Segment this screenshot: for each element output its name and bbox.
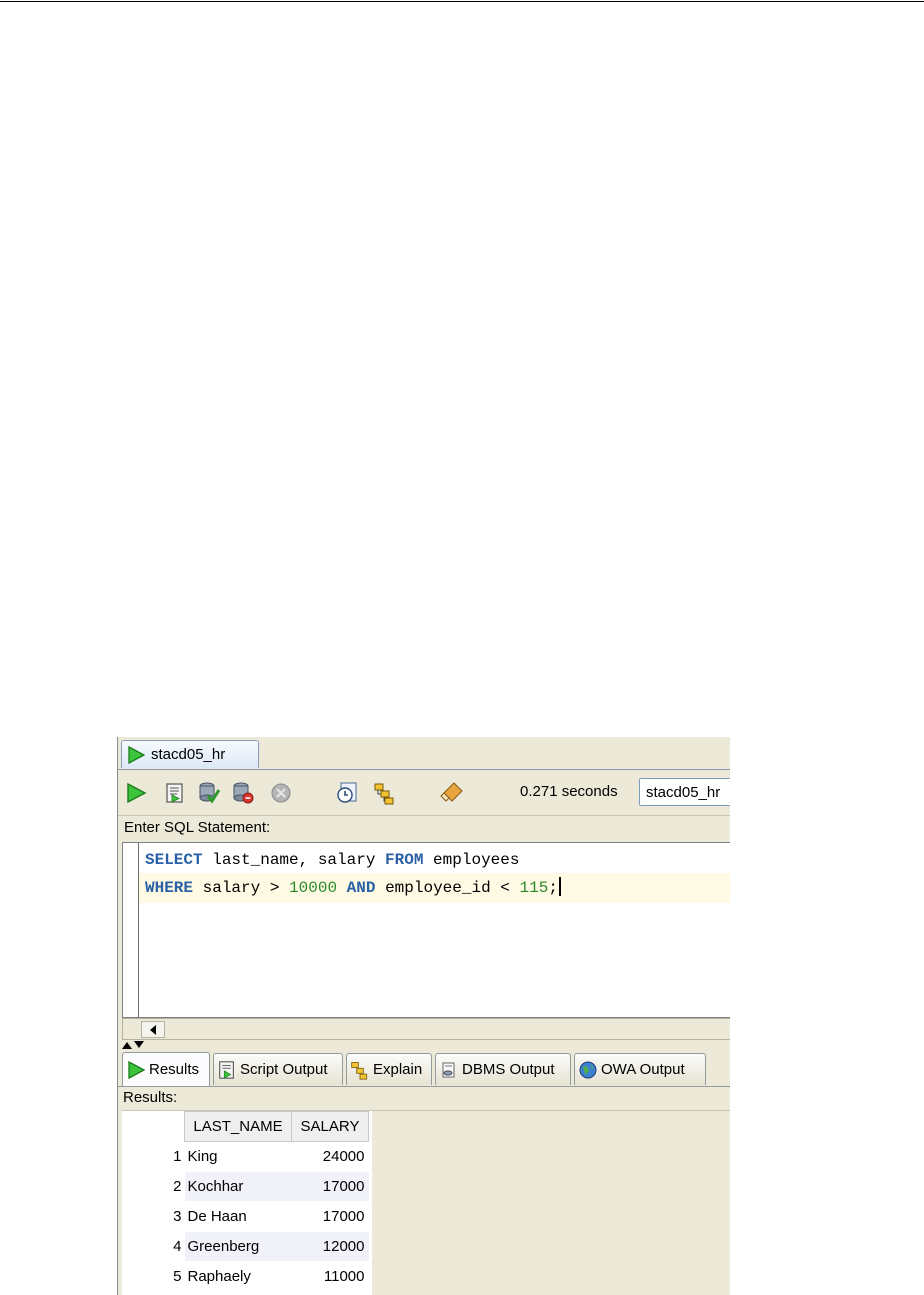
row-number: 3 (122, 1201, 185, 1232)
cancel-icon (271, 783, 291, 803)
cell-salary[interactable]: 24000 (291, 1141, 369, 1172)
cell-salary[interactable]: 12000 (291, 1231, 369, 1262)
table-row[interactable]: 3 De Haan 17000 (122, 1201, 369, 1232)
eraser-icon (440, 782, 463, 802)
page-top-rule (0, 1, 924, 2)
play-icon (127, 782, 147, 804)
run-script-button[interactable] (163, 781, 187, 805)
row-number-header (122, 1111, 185, 1142)
script-icon (219, 1060, 234, 1079)
dbms-icon (442, 1062, 455, 1077)
results-header-row: LAST_NAME SALARY (122, 1111, 369, 1142)
sql-number: 115 (519, 879, 549, 897)
worksheet-tab[interactable]: stacd05_hr (121, 740, 259, 768)
tab-owa-output-label: OWA Output (601, 1061, 685, 1078)
sql-history-button[interactable] (335, 781, 359, 805)
sql-text: last_name, salary (202, 851, 386, 869)
play-icon (128, 745, 146, 764)
sql-text: ; (548, 879, 558, 897)
scroll-left-button[interactable] (141, 1021, 165, 1038)
sql-editor[interactable]: SELECT last_name, salary FROM employees … (122, 842, 730, 1018)
sql-keyword: WHERE (145, 879, 194, 897)
cell-last-name[interactable]: De Haan (184, 1201, 292, 1232)
code-line-1: SELECT last_name, salary FROM employees (139, 845, 730, 875)
pane-splitter[interactable] (122, 1040, 162, 1050)
row-number: 4 (122, 1231, 185, 1262)
enter-sql-label: Enter SQL Statement: (124, 819, 271, 836)
tab-owa-output[interactable]: OWA Output (574, 1053, 706, 1085)
row-number: 2 (122, 1171, 185, 1202)
results-grid: LAST_NAME SALARY 1 King 24000 2 Kochhar … (122, 1110, 730, 1295)
result-tabs: Results Script Output Explain DBMS Outpu… (118, 1052, 730, 1087)
table-row[interactable]: 2 Kochhar 17000 (122, 1171, 369, 1202)
execute-statement-button[interactable] (124, 781, 148, 805)
worksheet-tab-label: stacd05_hr (151, 746, 226, 763)
table-row[interactable]: 1 King 24000 (122, 1141, 369, 1172)
history-icon (337, 782, 357, 803)
cell-last-name[interactable]: Raphaely (184, 1261, 292, 1292)
worksheet-tab-strip: stacd05_hr (118, 737, 730, 770)
worksheet-toolbar: 0.271 seconds stacd05_hr (118, 770, 730, 816)
text-caret (558, 877, 561, 896)
rollback-button[interactable] (231, 781, 255, 805)
editor-horizontal-scrollbar[interactable] (122, 1018, 730, 1040)
arrow-up-icon (122, 1042, 132, 1049)
play-icon (128, 1060, 146, 1079)
results-table: LAST_NAME SALARY 1 King 24000 2 Kochhar … (122, 1111, 369, 1292)
cancel-button[interactable] (269, 781, 293, 805)
tab-script-output[interactable]: Script Output (213, 1053, 343, 1085)
sql-text: employees (423, 851, 520, 869)
tab-explain[interactable]: Explain (346, 1053, 432, 1085)
code-line-2: WHERE salary > 10000 AND employee_id < 1… (139, 873, 730, 903)
tab-dbms-output[interactable]: DBMS Output (435, 1053, 571, 1085)
explain-plan-button[interactable] (373, 781, 397, 805)
elapsed-time: 0.271 seconds (520, 783, 618, 800)
arrow-down-icon (134, 1041, 144, 1048)
sql-text: employee_id < (375, 879, 520, 897)
sql-keyword: SELECT (145, 851, 203, 869)
cell-last-name[interactable]: King (184, 1141, 292, 1172)
grid-empty-area (372, 1111, 730, 1295)
script-icon (166, 783, 183, 803)
commit-icon (199, 782, 221, 804)
row-number: 1 (122, 1141, 185, 1172)
sql-keyword: FROM (385, 851, 424, 869)
cell-last-name[interactable]: Kochhar (184, 1171, 292, 1202)
explain-icon (351, 1061, 368, 1080)
cell-salary[interactable]: 11000 (291, 1261, 369, 1292)
table-row[interactable]: 4 Greenberg 12000 (122, 1231, 369, 1262)
cell-salary[interactable]: 17000 (291, 1171, 369, 1202)
sql-number: 10000 (289, 879, 338, 897)
cell-salary[interactable]: 17000 (291, 1201, 369, 1232)
sql-text: salary > (193, 879, 290, 897)
connection-select-value: stacd05_hr (646, 784, 721, 801)
tab-results[interactable]: Results (122, 1052, 210, 1086)
editor-gutter (123, 843, 139, 1017)
arrow-left-icon (150, 1024, 156, 1035)
column-header-salary[interactable]: SALARY (291, 1111, 369, 1142)
sql-worksheet-window: stacd05_hr 0.271 seconds stacd05_hr Ente… (117, 737, 730, 1295)
column-header-last-name[interactable]: LAST_NAME (184, 1111, 292, 1142)
tab-script-output-label: Script Output (240, 1061, 328, 1078)
commit-button[interactable] (197, 781, 221, 805)
results-label: Results: (123, 1089, 178, 1106)
table-row[interactable]: 5 Raphaely 11000 (122, 1261, 369, 1292)
explain-icon (374, 783, 394, 805)
sql-keyword: AND (346, 879, 376, 897)
rollback-icon (233, 782, 254, 804)
globe-icon (579, 1061, 597, 1078)
tab-explain-label: Explain (373, 1061, 423, 1078)
tab-dbms-output-label: DBMS Output (462, 1061, 555, 1078)
clear-button[interactable] (440, 781, 464, 805)
row-number: 5 (122, 1261, 185, 1292)
tab-results-label: Results (149, 1061, 200, 1078)
cell-last-name[interactable]: Greenberg (184, 1231, 292, 1262)
connection-select[interactable]: stacd05_hr (639, 778, 730, 806)
